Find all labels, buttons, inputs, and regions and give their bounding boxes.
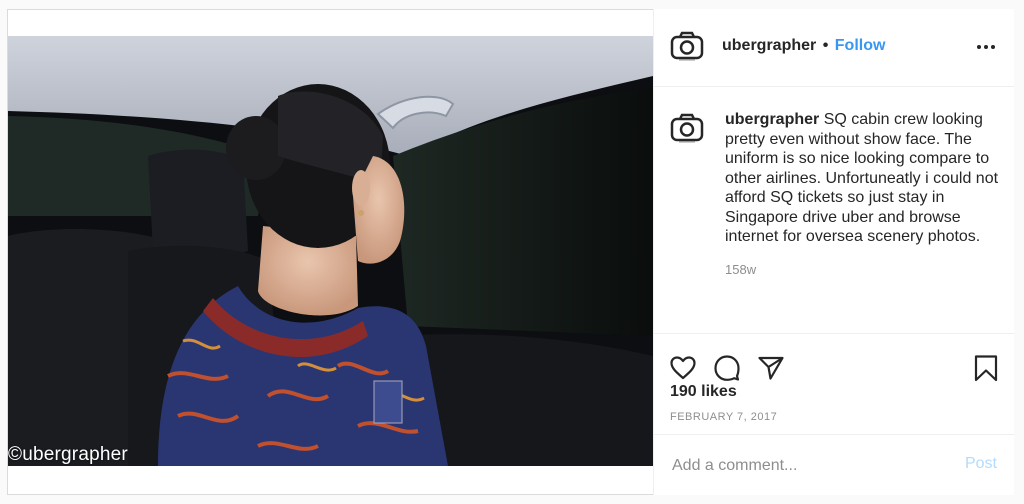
caption-avatar-camera-icon[interactable] xyxy=(670,111,704,145)
separator-dot: • xyxy=(822,37,829,54)
heart-icon[interactable] xyxy=(670,356,696,385)
caption-text: SQ cabin crew looking pretty even withou… xyxy=(725,111,999,245)
photo-watermark: ©ubergrapher xyxy=(8,444,128,465)
avatar-camera-icon[interactable] xyxy=(670,29,704,63)
header-username[interactable]: ubergrapher xyxy=(722,37,816,54)
post-date[interactable]: FEBRUARY 7, 2017 xyxy=(670,411,777,423)
more-horizontal-icon[interactable] xyxy=(974,35,998,59)
post-side-panel: ubergrapher • Follow ubergrapher SQ cabi… xyxy=(653,9,1014,495)
post-caption: ubergrapher SQ cabin crew looking pretty… xyxy=(725,110,1005,247)
likes-count[interactable]: 190 likes xyxy=(670,383,737,401)
post-header: ubergrapher • Follow xyxy=(654,9,1014,87)
post-photo[interactable]: ©ubergrapher xyxy=(8,36,653,466)
follow-button[interactable]: Follow xyxy=(835,37,886,54)
photo-car-interior xyxy=(8,36,653,466)
add-comment-bar: Post xyxy=(654,434,1014,496)
comment-input[interactable] xyxy=(670,453,944,479)
header-user-row: ubergrapher • Follow xyxy=(722,37,885,55)
post-comment-button[interactable]: Post xyxy=(965,455,997,473)
comments-section: ubergrapher SQ cabin crew looking pretty… xyxy=(654,87,1014,332)
share-icon[interactable] xyxy=(758,356,784,385)
comment-icon[interactable] xyxy=(714,355,740,386)
bookmark-icon[interactable] xyxy=(974,355,998,387)
post-actions: 190 likes FEBRUARY 7, 2017 xyxy=(654,333,1014,434)
caption-time-ago[interactable]: 158w xyxy=(725,262,756,277)
caption-username[interactable]: ubergrapher xyxy=(725,111,819,128)
